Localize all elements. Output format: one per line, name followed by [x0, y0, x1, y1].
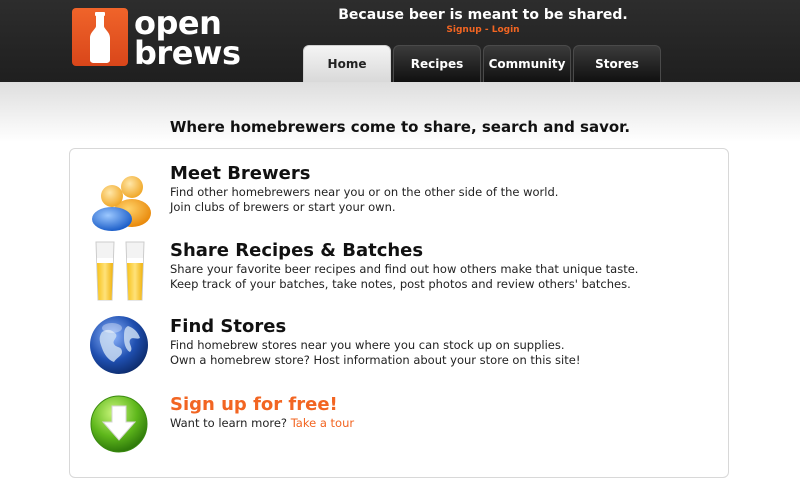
- feature-text: Share Recipes & Batches Share your favor…: [170, 240, 638, 292]
- download-arrow-icon[interactable]: [88, 393, 154, 455]
- globe-icon: [88, 314, 154, 376]
- feature-find-stores: Find Stores Find homebrew stores near yo…: [70, 316, 670, 386]
- feature-text: Find Stores Find homebrew stores near yo…: [170, 316, 580, 368]
- feature-line: Share your favorite beer recipes and fin…: [170, 262, 639, 276]
- feature-line: Own a homebrew store? Host information a…: [170, 353, 581, 367]
- feature-share-recipes: Share Recipes & Batches Share your favor…: [70, 240, 670, 310]
- auth-links: Signup - Login: [310, 25, 656, 35]
- feature-signup: Sign up for free! Want to learn more? Ta…: [70, 394, 670, 464]
- site-logo[interactable]: open brews: [72, 7, 241, 72]
- feature-meet-brewers: Meet Brewers Find other homebrewers near…: [70, 163, 670, 233]
- feature-line: Want to learn more? Take a tour: [170, 416, 354, 431]
- feature-title: Share Recipes & Batches: [170, 240, 424, 261]
- users-icon: [88, 169, 154, 231]
- beer-glasses-icon: [88, 240, 154, 302]
- page-headline: Where homebrewers come to share, search …: [169, 118, 631, 136]
- tab-stores[interactable]: Stores: [573, 45, 661, 82]
- login-link[interactable]: Login: [492, 25, 520, 35]
- take-a-tour-link[interactable]: Take a tour: [291, 416, 354, 430]
- feature-line: Find other homebrewers near you or on th…: [170, 185, 559, 199]
- signup-link[interactable]: Signup: [446, 25, 481, 35]
- site-tagline: Because beer is meant to be shared.: [338, 7, 628, 23]
- features-card: Meet Brewers Find other homebrewers near…: [69, 148, 729, 478]
- feature-text: Sign up for free! Want to learn more? Ta…: [170, 394, 354, 431]
- logo-line-brews: brews: [134, 34, 241, 72]
- logo-wordmark: open brews: [134, 7, 241, 72]
- site-header: open brews Because beer is meant to be s…: [0, 0, 800, 82]
- feature-line: Join clubs of brewers or start your own.: [170, 200, 396, 214]
- auth-separator: -: [484, 25, 489, 35]
- feature-title: Find Stores: [170, 316, 287, 337]
- main-nav: Home Recipes Community Stores: [303, 45, 663, 82]
- feature-line: Keep track of your batches, take notes, …: [170, 277, 631, 291]
- feature-title: Meet Brewers: [170, 163, 311, 184]
- bottle-logo-icon: [72, 8, 128, 66]
- feature-line: Find homebrew stores near you where you …: [170, 338, 565, 352]
- signup-title[interactable]: Sign up for free!: [170, 394, 354, 416]
- feature-text: Meet Brewers Find other homebrewers near…: [170, 163, 558, 215]
- learn-more-text: Want to learn more?: [170, 416, 288, 430]
- tab-home[interactable]: Home: [303, 45, 391, 82]
- tab-community[interactable]: Community: [483, 45, 571, 82]
- tab-recipes[interactable]: Recipes: [393, 45, 481, 82]
